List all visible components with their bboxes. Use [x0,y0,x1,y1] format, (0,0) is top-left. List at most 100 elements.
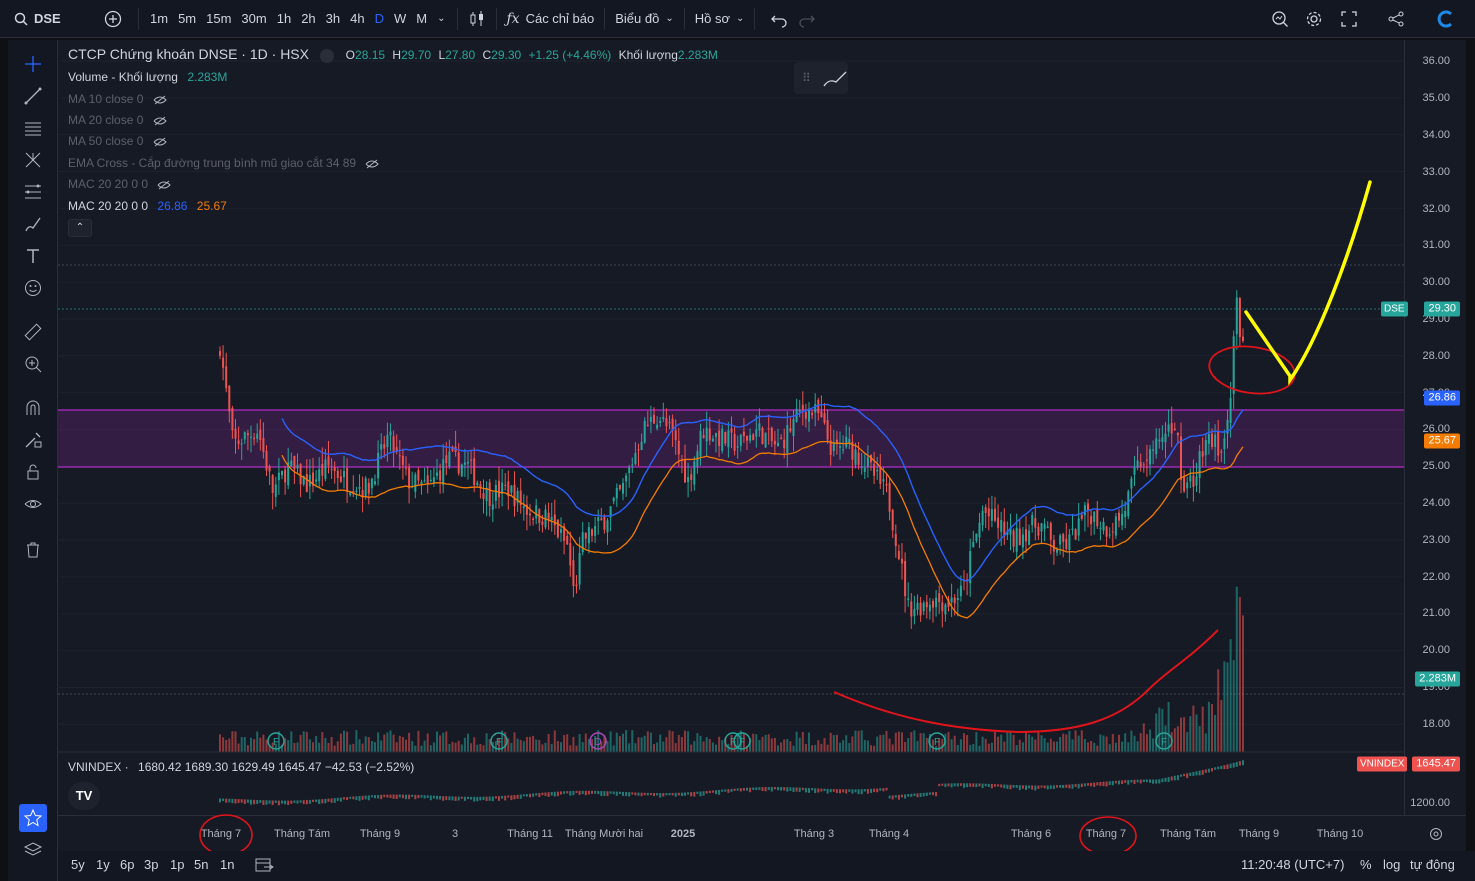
lock-drawings-icon[interactable] [19,426,47,454]
chart-type-button[interactable]: Biểu đồ ⌄ [609,0,679,38]
volume-bar [631,730,634,752]
candle-body [811,412,814,416]
interval-15m[interactable]: 15m [201,11,236,26]
candle-body [485,487,488,502]
drag-handle-icon[interactable]: ⠿ [802,71,811,85]
percent-toggle[interactable]: % [1360,857,1372,872]
layers-icon[interactable] [19,836,47,864]
volume-bar [1238,597,1241,752]
eye-icon[interactable] [19,490,47,518]
volume-bar [1223,661,1226,752]
star-icon[interactable] [19,804,47,832]
emoji-icon[interactable] [19,274,47,302]
legend-ma20-row[interactable]: MA 20 close 0 [68,113,167,127]
chart-style-button[interactable] [462,0,492,38]
legend-ma50-row[interactable]: MA 50 close 0 [68,134,167,148]
trash-icon[interactable] [19,536,47,564]
undo-icon[interactable] [765,5,793,33]
legend-volume-row[interactable]: Volume - Khối lượng 2.283M [68,70,227,84]
hidden-eye-icon[interactable] [157,180,172,190]
volume-bar [671,731,674,752]
volume-bar [339,733,342,752]
index-candle [584,790,587,796]
text-icon[interactable] [19,242,47,270]
clock[interactable]: 11:20:48 (UTC+7) [1241,857,1344,872]
index-candle [222,798,225,801]
lock-icon[interactable] [19,458,47,486]
gear-icon[interactable] [1300,5,1328,33]
auto-toggle[interactable]: tự động [1410,857,1455,872]
range-1n[interactable]: 1n [220,857,234,872]
time-axis[interactable]: Tháng 7 Tháng Tám Tháng 9 3 Tháng 11 Thá… [58,814,1466,856]
tradingview-logo[interactable]: TV [68,782,100,810]
brush-icon[interactable] [19,210,47,238]
volume-bar [1124,733,1127,752]
hidden-eye-icon[interactable] [153,95,167,105]
volume-bar [677,734,680,752]
index-candle [944,783,947,788]
range-6p[interactable]: 6p [120,857,134,872]
index-candle [755,787,758,791]
compare-button[interactable] [98,0,134,38]
range-3p[interactable]: 3p [144,857,158,872]
symbol-search[interactable]: DSE [0,0,98,38]
index-candle [482,796,485,801]
index-candle [1083,783,1086,787]
gann-fib-icon[interactable] [19,178,47,206]
horizontal-lines-icon[interactable] [19,114,47,142]
range-1p[interactable]: 1p [170,857,184,872]
indicators-button[interactable]: ƒx Các chỉ báo [501,0,601,38]
interval-5m[interactable]: 5m [173,11,201,26]
volume-bar [708,739,711,752]
pitchfork-icon[interactable] [19,146,47,174]
crosshair-icon[interactable] [19,50,47,78]
legend-ema-cross-row[interactable]: EMA Cross - Cắp đường trung bình mũ giao… [68,156,380,170]
candle-body [1142,464,1145,466]
hidden-eye-icon[interactable] [365,159,380,169]
range-5y[interactable]: 5y [71,857,85,872]
symbol-title[interactable]: CTCP Chứng khoán DNSE · 1D · HSX [68,46,309,62]
interval-1h[interactable]: 1h [272,11,296,26]
interval-d[interactable]: D [370,11,389,26]
interval-30m[interactable]: 30m [236,11,271,26]
vnindex-legend[interactable]: VNINDEX · 1680.42 1689.30 1629.49 1645.4… [68,760,414,774]
legend-mac-row[interactable]: MAC 20 20 0 0 26.86 25.67 [68,199,227,213]
range-5n[interactable]: 5n [194,857,208,872]
candle-body [364,478,367,497]
volume-bar [225,740,228,752]
interval-3h[interactable]: 3h [321,11,345,26]
hidden-eye-icon[interactable] [153,137,167,147]
index-candle [398,794,401,798]
trend-line-icon[interactable] [19,82,47,110]
chevron-down-icon[interactable]: ⌄ [432,13,450,24]
ruler-icon[interactable] [19,318,47,346]
profile-button[interactable]: Hồ sơ ⌄ [689,0,751,38]
magnet-icon[interactable] [19,394,47,422]
candle-body [1080,514,1083,519]
price-axis[interactable]: 36.00 35.00 34.00 33.00 32.00 31.00 30.0… [1357,40,1466,815]
interval-4h[interactable]: 4h [345,11,369,26]
interval-w[interactable]: W [389,11,411,26]
share-icon[interactable] [1382,5,1410,33]
fullscreen-icon[interactable] [1335,5,1363,33]
candle-body [1114,516,1117,536]
legend-mac-hidden-row[interactable]: MAC 20 20 0 0 [68,177,172,191]
zoom-in-icon[interactable] [19,350,47,378]
interval-2h[interactable]: 2h [296,11,320,26]
index-candle [343,797,345,800]
date-range-icon[interactable] [254,856,274,874]
hidden-eye-icon[interactable] [153,116,167,126]
collapse-legend-button[interactable]: ⌃ [68,219,92,237]
volume-bar [516,738,519,752]
volume-bar [352,743,355,752]
settings-circle-icon[interactable] [1429,827,1443,841]
range-1y[interactable]: 1y [96,857,110,872]
index-candle [1167,777,1170,783]
quick-search-icon[interactable] [1266,5,1294,33]
interval-m[interactable]: M [411,11,432,26]
log-toggle[interactable]: log [1383,857,1400,872]
legend-ma10-row[interactable]: MA 10 close 0 [68,92,167,106]
redo-icon[interactable] [793,5,821,33]
interval-1m[interactable]: 1m [145,11,173,26]
index-candle [352,796,355,800]
